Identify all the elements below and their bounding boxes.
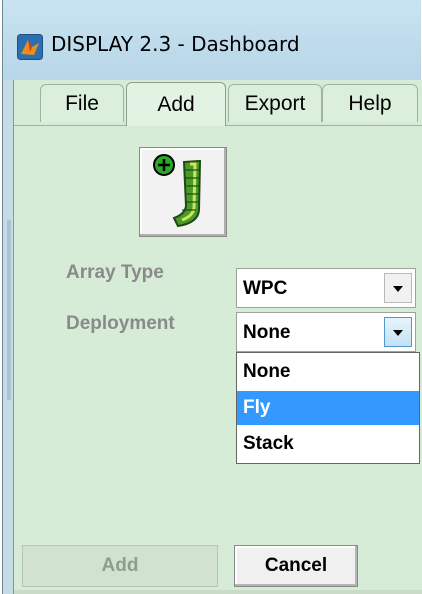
deployment-option-stack[interactable]: Stack [237, 427, 419, 461]
tab-file[interactable]: File [40, 84, 124, 122]
menu-tab-bar: File Add Export Help [14, 80, 422, 126]
array-type-value: WPC [243, 278, 288, 299]
array-type-dropdown-button[interactable] [384, 273, 412, 303]
tab-add-label: Add [157, 92, 195, 116]
title-bar[interactable]: DISPLAY 2.3 - Dashboard [3, 0, 421, 81]
chevron-down-icon [393, 286, 403, 292]
tab-help[interactable]: Help [322, 84, 418, 122]
array-type-select[interactable]: WPC [236, 268, 416, 308]
frame-accent [7, 220, 11, 400]
tab-export-label: Export [244, 91, 306, 115]
deployment-option-none[interactable]: None [237, 355, 419, 389]
bottom-edge [14, 590, 422, 594]
add-button[interactable]: Add [22, 545, 218, 587]
add-array-button[interactable] [139, 147, 227, 237]
deployment-label: Deployment [66, 313, 175, 334]
tab-add[interactable]: Add [126, 82, 226, 126]
chevron-down-icon [393, 330, 403, 336]
deployment-value: None [243, 322, 291, 343]
add-array-icon [153, 154, 202, 228]
tab-file-label: File [65, 91, 99, 115]
deployment-option-fly[interactable]: Fly [237, 391, 419, 425]
deployment-select[interactable]: None [236, 312, 416, 352]
client-area: File Add Export Help Array Type WPC Depl… [13, 80, 422, 594]
matlab-icon [17, 34, 43, 60]
window-title: DISPLAY 2.3 - Dashboard [51, 32, 300, 56]
tab-help-label: Help [348, 91, 392, 115]
deployment-options-list: None Fly Stack [236, 352, 420, 464]
cancel-button[interactable]: Cancel [234, 545, 358, 587]
tab-export[interactable]: Export [228, 84, 322, 122]
dashboard-window: DISPLAY 2.3 - Dashboard File Add Export … [2, 0, 422, 594]
deployment-dropdown-button[interactable] [384, 317, 412, 347]
array-type-label: Array Type [66, 262, 164, 283]
window-frame-left [3, 80, 13, 594]
